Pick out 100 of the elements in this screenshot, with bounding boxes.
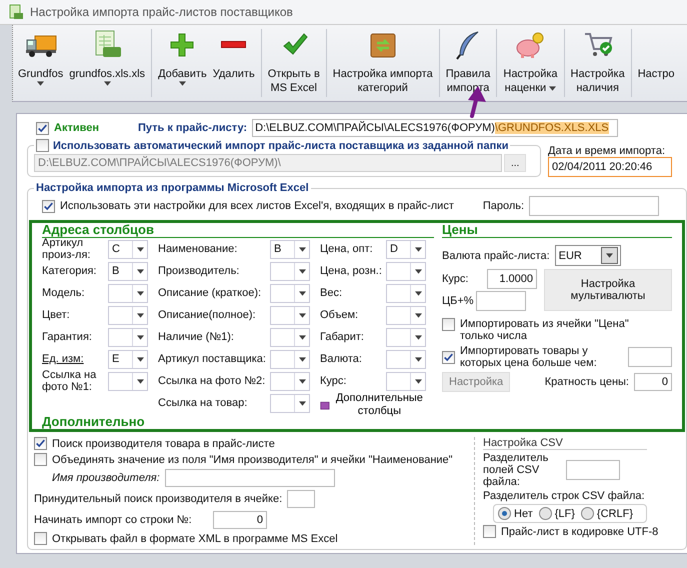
checkbox[interactable]	[483, 525, 496, 538]
column-combo[interactable]	[386, 350, 426, 368]
checkbox-label[interactable]: Импортировать из ячейки "Цена" только числа	[460, 318, 650, 342]
column-combo[interactable]	[108, 328, 148, 346]
toolbar-button[interactable]: grundfos.xls.xls	[66, 25, 148, 101]
column-combo[interactable]	[270, 350, 310, 368]
checkbox-label[interactable]: Прайс-лист в кодировке UTF-8	[501, 526, 658, 538]
rate-label: Курс:	[442, 273, 470, 285]
column-combo[interactable]: E	[108, 350, 148, 368]
column-combo[interactable]	[386, 284, 426, 302]
caret-icon	[298, 246, 306, 252]
checkbox[interactable]	[34, 437, 47, 450]
checkbox-label[interactable]: Импортировать товары у которых цена больше чем:	[460, 345, 610, 369]
radio-label[interactable]: Нет	[514, 508, 533, 520]
section-title: Адреса столбцов	[42, 223, 434, 238]
column-combo[interactable]	[270, 328, 310, 346]
checkbox-label[interactable]: Объединять значение из поля "Имя производителя" и ячейки "Наименование"	[52, 454, 453, 466]
column-combo[interactable]	[108, 306, 148, 324]
column-combo[interactable]	[386, 262, 426, 280]
checkbox-label[interactable]: Поиск производителя товара в прайс-листе	[52, 438, 275, 450]
radio-button[interactable]	[580, 507, 594, 520]
cb-percent-field[interactable]	[476, 291, 526, 311]
forced-search-label: Принудительный поиск производителя в ячейке:	[34, 493, 282, 505]
caret-icon	[136, 268, 144, 274]
checkbox-label[interactable]: Использовать эти настройки для всех листов Excel'я, входящих в прайс-лист	[60, 200, 454, 212]
path-label: Путь к прайс-листу:	[138, 122, 248, 134]
password-field[interactable]	[529, 196, 660, 216]
toolbar-button[interactable]: Правила импорта	[442, 25, 494, 101]
toolbar-button[interactable]: Добавить	[155, 25, 210, 101]
column-combo[interactable]: D	[386, 240, 426, 258]
column-label: Гарантия:	[42, 331, 92, 343]
column-label: Описание(полное):	[158, 309, 256, 321]
window-title: Настройка импорта прайс-листов поставщиков	[30, 5, 293, 19]
column-combo[interactable]: C	[108, 240, 148, 258]
column-combo[interactable]: B	[108, 262, 148, 280]
column-label: Наличие (№1):	[158, 331, 234, 343]
column-label: Габарит:	[320, 331, 364, 343]
column-combo[interactable]	[270, 306, 310, 324]
row-separator-label: Разделитель строк CSV файла:	[483, 490, 646, 502]
checkbox[interactable]	[36, 139, 49, 152]
column-label: Валюта:	[320, 353, 362, 365]
field-separator-field[interactable]	[566, 460, 620, 480]
start-row-label: Начинать импорт со строки №:	[34, 514, 193, 526]
forced-search-field[interactable]	[287, 490, 316, 508]
caret-icon	[136, 312, 144, 318]
checkbox[interactable]	[442, 318, 455, 331]
column-combo[interactable]	[270, 284, 310, 302]
checkbox[interactable]	[442, 350, 455, 364]
date-field[interactable]: 02/04/2011 20:20:46	[548, 157, 672, 177]
checkbox-label[interactable]: Активен	[54, 122, 99, 134]
checkbox-label[interactable]: Использовать автоматический импорт прайс-листа поставщика из заданной папки	[53, 140, 508, 152]
radio-button[interactable]	[498, 507, 511, 520]
extra-columns-button[interactable]: Дополнительные столбцы	[320, 392, 426, 418]
checkbox[interactable]	[42, 200, 55, 212]
folder-field[interactable]: D:\ELBUZ.COM\ПРАЙСЫ\ALECS1976(ФОРУМ)\	[34, 154, 502, 172]
min-price-field[interactable]	[628, 347, 672, 367]
caret-icon	[298, 312, 306, 318]
caret-icon	[414, 356, 422, 362]
column-combo[interactable]	[270, 262, 310, 280]
toolbar-button[interactable]: Открыть в MS Excel	[264, 25, 323, 101]
maker-name-field[interactable]	[164, 469, 335, 487]
checkbox[interactable]	[34, 453, 47, 466]
column-combo[interactable]	[386, 372, 426, 390]
column-label: Модель:	[42, 287, 85, 299]
caret-icon	[414, 246, 422, 252]
toolbar-button[interactable]: Удалить	[210, 25, 258, 101]
radio-label[interactable]: {LF}	[554, 508, 575, 520]
checkbox[interactable]	[34, 532, 47, 545]
caret-icon	[136, 290, 144, 296]
price-multiple-label: Кратность цены:	[544, 376, 629, 388]
radio-label[interactable]: {CRLF}	[596, 508, 633, 520]
toolbar-button[interactable]: Grundfos	[15, 25, 66, 101]
start-row-field[interactable]: 0	[213, 511, 267, 529]
column-combo[interactable]	[386, 306, 426, 324]
column-combo[interactable]	[108, 372, 148, 390]
radio-button[interactable]	[538, 507, 552, 520]
rate-field[interactable]: 1.0000	[487, 269, 537, 289]
browse-button[interactable]: ...	[504, 154, 526, 172]
checkbox-label[interactable]: Открывать файл в формате XML в программе MS Excel	[52, 532, 338, 544]
column-label: Курс:	[320, 375, 346, 387]
column-combo[interactable]	[270, 372, 310, 390]
checkbox[interactable]	[36, 122, 49, 134]
caret-icon	[298, 334, 306, 340]
column-combo[interactable]	[270, 394, 310, 412]
toolbar-button[interactable]: Настройка наценки	[500, 25, 561, 101]
multicurrency-button[interactable]: Настройка мультивалюты	[544, 269, 672, 311]
caret-icon	[298, 290, 306, 296]
toolbar-button[interactable]: Настройка импорта категорий	[330, 25, 436, 101]
caret-icon	[606, 253, 613, 258]
caret-icon	[414, 312, 422, 318]
path-field[interactable]: D:\ELBUZ.COM\ПРАЙСЫ\ALECS1976(ФОРУМ)\GRUNDFOS.XLS.XLS	[252, 119, 618, 137]
column-combo[interactable]	[386, 328, 426, 346]
currency-dropdown[interactable]: EUR	[554, 245, 621, 266]
column-combo[interactable]	[108, 284, 148, 302]
section-title: Цены	[442, 223, 672, 238]
toolbar-button[interactable]: Настро	[634, 25, 678, 101]
price-multiple-field[interactable]: 0	[634, 373, 672, 391]
column-label: Производитель:	[158, 265, 240, 277]
toolbar-button[interactable]: Настройка наличия	[568, 25, 628, 101]
column-combo[interactable]: B	[270, 240, 310, 258]
